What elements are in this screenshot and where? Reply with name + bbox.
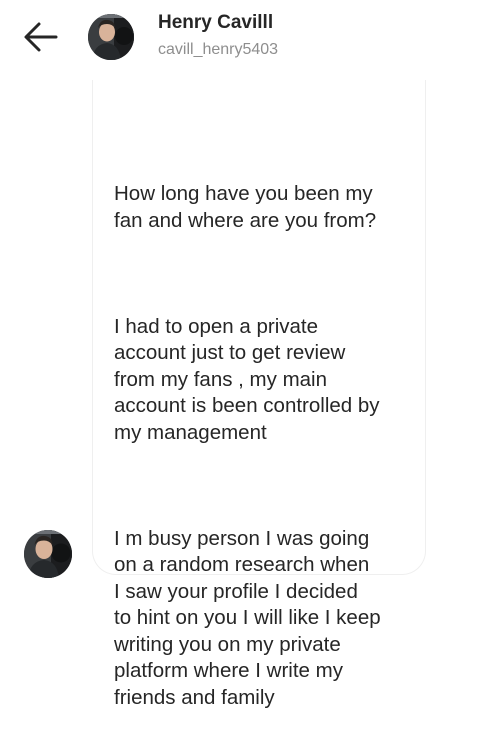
contact-username: cavill_henry5403 [158,41,279,58]
message-paragraph: I had to open a private account just to … [114,314,380,444]
message-text: How long have you been my fan and where … [114,128,414,738]
contact-name[interactable]: Henry Cavilll [158,12,273,34]
chat-header: Henry Cavilll cavill_henry5403 [0,0,480,70]
profile-photo-icon [88,14,134,60]
back-button[interactable] [20,20,62,54]
message-paragraph: I m busy person I was going on a random … [114,526,381,709]
sender-avatar[interactable] [24,530,72,578]
arrow-left-icon [24,22,58,52]
message-paragraph: How long have you been my fan and where … [114,182,377,232]
profile-photo-icon [24,530,72,578]
contact-avatar[interactable] [88,14,134,60]
